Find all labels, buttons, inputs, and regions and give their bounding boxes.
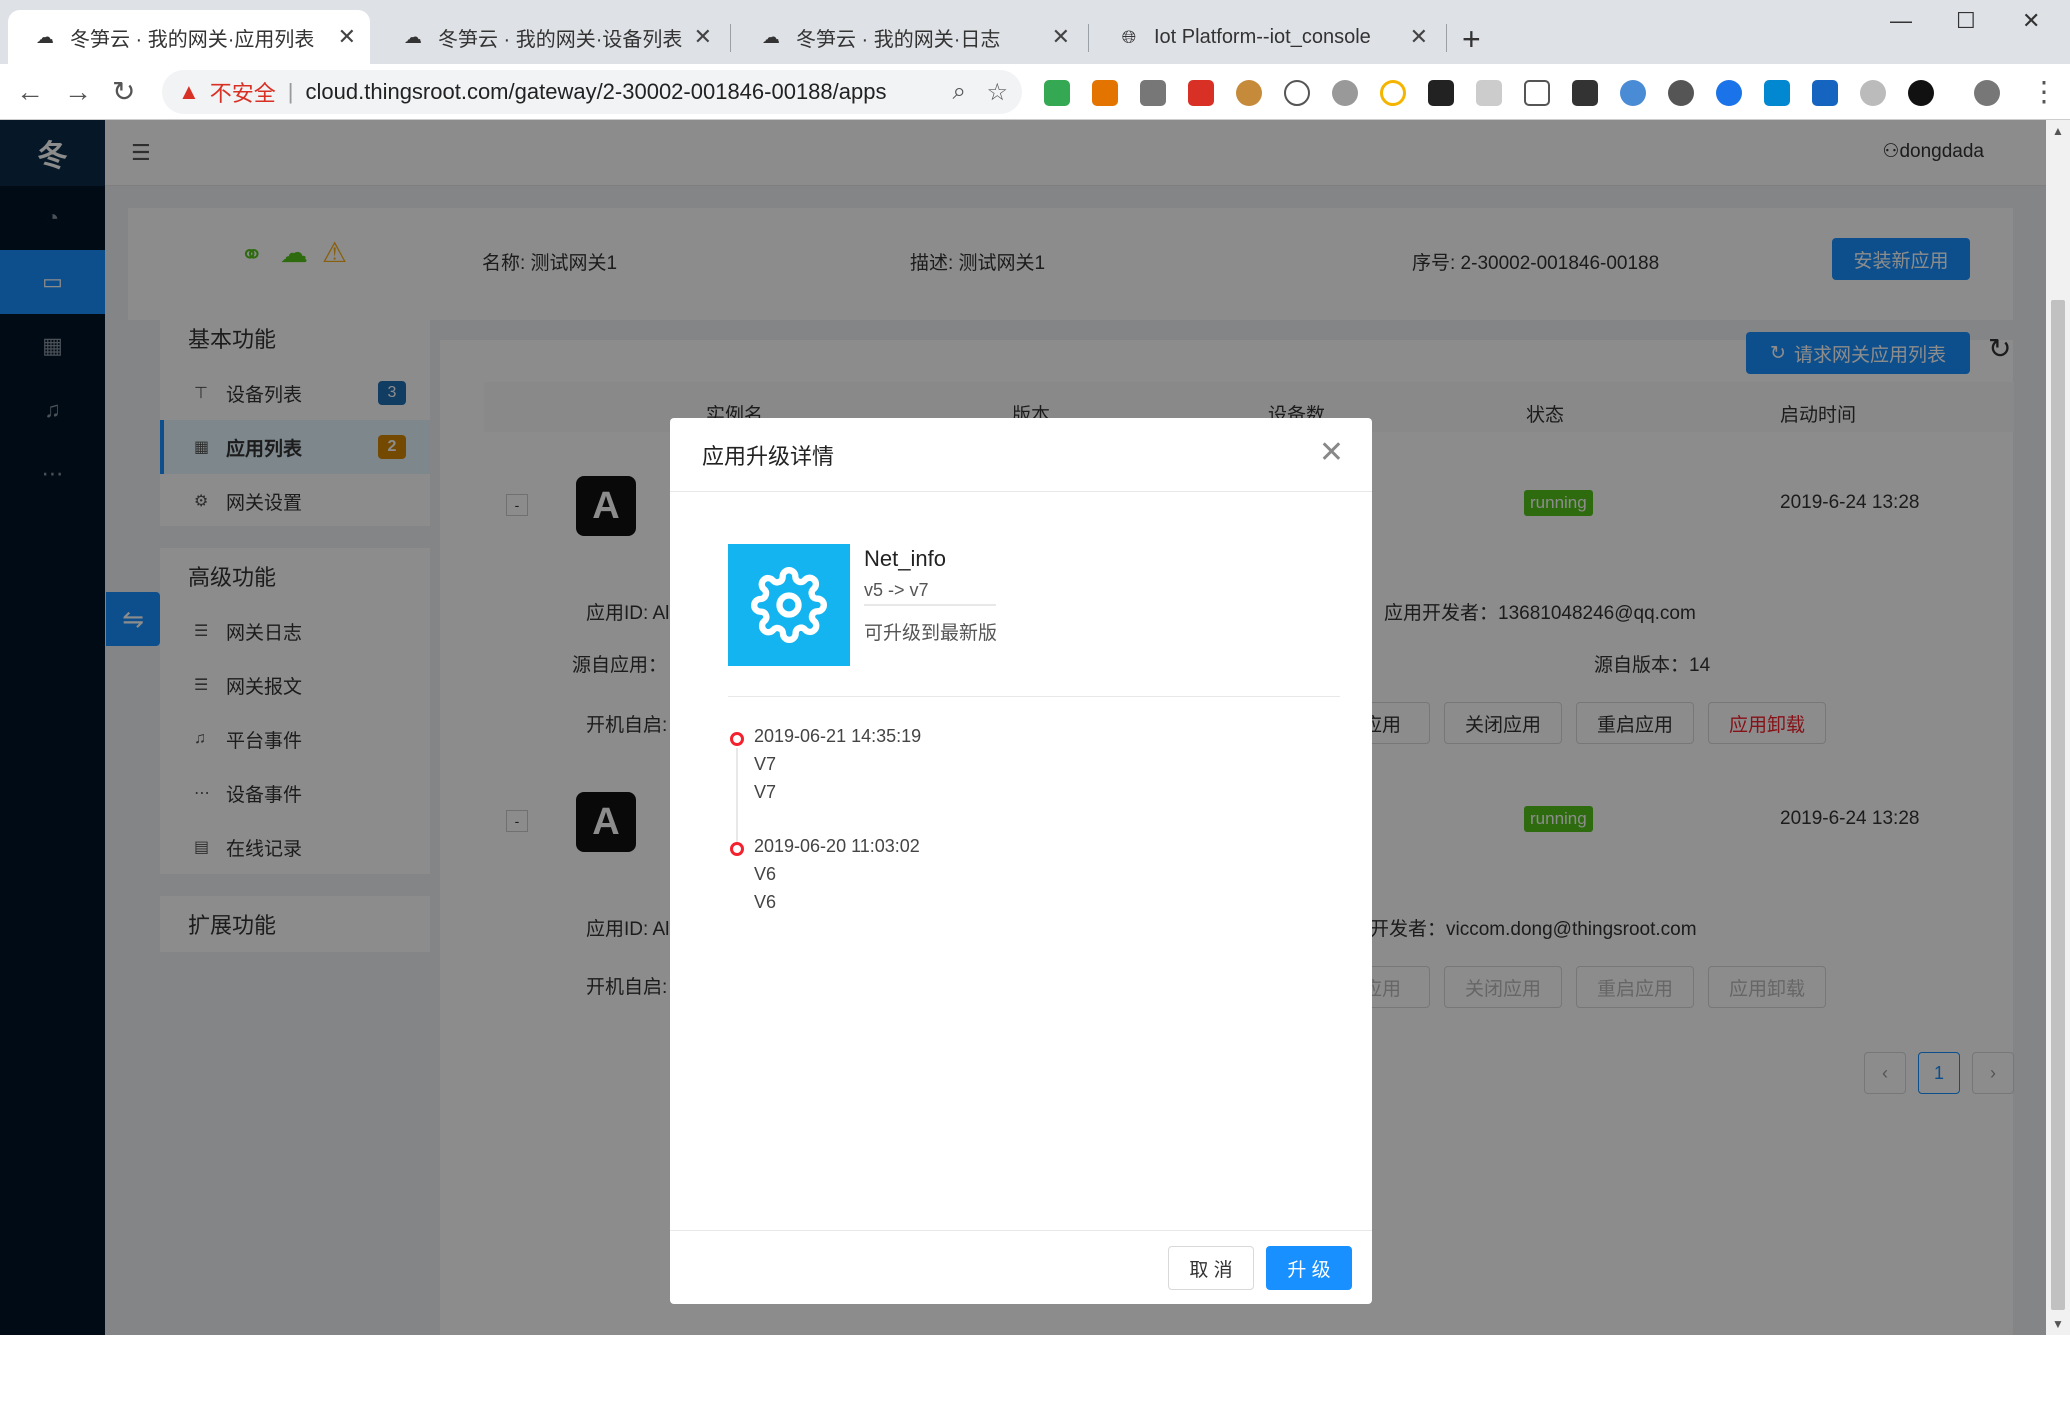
menu-kebab-icon[interactable]: ⋮ bbox=[2030, 76, 2058, 108]
history-date: 2019-06-21 14:35:19 bbox=[754, 726, 922, 746]
close-icon[interactable]: ✕ bbox=[1319, 438, 1344, 468]
extension-icon[interactable] bbox=[1620, 80, 1646, 106]
browser-tab-bar: ☁ 冬笋云 · 我的网关·应用列表 ✕ ☁ 冬笋云 · 我的网关·设备列表 ✕ … bbox=[0, 0, 2070, 64]
history-version: V7 bbox=[754, 782, 777, 802]
extension-icon[interactable] bbox=[1764, 80, 1790, 106]
extension-icon[interactable] bbox=[1716, 80, 1742, 106]
extension-icon[interactable] bbox=[1092, 80, 1118, 106]
scroll-thumb[interactable] bbox=[2051, 300, 2065, 1310]
extension-icon[interactable] bbox=[1284, 80, 1310, 106]
extension-icon[interactable] bbox=[1140, 80, 1166, 106]
maximize-button[interactable]: ☐ bbox=[1956, 8, 1976, 34]
version-change: v5 -> v7 bbox=[864, 580, 929, 600]
extension-icon[interactable] bbox=[1572, 80, 1598, 106]
timeline-dot bbox=[730, 842, 744, 856]
cloud-icon: ☁ bbox=[36, 26, 54, 47]
scroll-down-icon[interactable]: ▼ bbox=[2052, 1317, 2064, 1331]
upgrade-modal: 应用升级详情 ✕ Net_info v5 -> v7 可升级到最新版 2019-… bbox=[670, 418, 1372, 1304]
scrollbar[interactable]: ▲ ▼ bbox=[2046, 120, 2070, 1335]
history-version: V6 bbox=[754, 892, 777, 912]
app-name: Net_info bbox=[864, 546, 946, 571]
close-icon[interactable]: ✕ bbox=[694, 24, 712, 50]
tab-separator bbox=[730, 24, 731, 52]
cancel-button[interactable]: 取 消 bbox=[1168, 1246, 1254, 1290]
timeline-dot bbox=[730, 732, 744, 746]
reload-button[interactable]: ↻ bbox=[112, 76, 135, 108]
bookmark-star-icon[interactable]: ☆ bbox=[986, 78, 1008, 107]
upgrade-button[interactable]: 升 级 bbox=[1266, 1246, 1352, 1290]
divider bbox=[728, 696, 1340, 697]
extension-icon[interactable] bbox=[1044, 80, 1070, 106]
new-tab-button[interactable]: + bbox=[1462, 20, 1481, 58]
warning-icon: ▲ bbox=[178, 79, 200, 104]
close-icon[interactable]: ✕ bbox=[1410, 24, 1428, 50]
history-version: V6 bbox=[754, 864, 777, 884]
forward-button[interactable]: → bbox=[64, 76, 92, 108]
window-close-button[interactable]: ✕ bbox=[2022, 8, 2040, 34]
extension-icon[interactable] bbox=[1380, 80, 1406, 106]
extension-icon[interactable] bbox=[1668, 80, 1694, 106]
address-bar[interactable]: ▲ 不安全 | cloud.thingsroot.com/gateway/2-3… bbox=[162, 70, 1022, 114]
tab-separator bbox=[1088, 24, 1089, 52]
scroll-up-icon[interactable]: ▲ bbox=[2052, 124, 2064, 138]
globe-icon: 🌐︎ bbox=[1121, 26, 1137, 47]
browser-tab-apps[interactable]: ☁ 冬笋云 · 我的网关·应用列表 ✕ bbox=[8, 10, 370, 64]
separator: | bbox=[287, 79, 294, 104]
extension-icon[interactable] bbox=[1476, 80, 1502, 106]
modal-title: 应用升级详情 bbox=[670, 418, 1372, 492]
history-date: 2019-06-20 11:03:02 bbox=[754, 836, 920, 856]
close-icon[interactable]: ✕ bbox=[1052, 24, 1070, 50]
timeline-line bbox=[736, 748, 738, 852]
zoom-icon[interactable]: ⌕ bbox=[953, 78, 966, 106]
upgrade-note: 可升级到最新版 bbox=[864, 623, 998, 644]
divider bbox=[864, 604, 996, 606]
extension-icon[interactable] bbox=[1428, 80, 1454, 106]
browser-tab-logs[interactable]: ☁ 冬笋云 · 我的网关·日志 ✕ bbox=[734, 10, 1084, 64]
close-icon[interactable]: ✕ bbox=[338, 24, 356, 50]
extension-icon[interactable] bbox=[1188, 80, 1214, 106]
url-text: cloud.thingsroot.com/gateway/2-30002-001… bbox=[305, 79, 887, 104]
browser-toolbar: ← → ↻ ▲ 不安全 | cloud.thingsroot.com/gatew… bbox=[0, 64, 2070, 120]
extension-icon[interactable] bbox=[1908, 80, 1934, 106]
minimize-button[interactable]: — bbox=[1890, 8, 1912, 34]
extension-icon[interactable] bbox=[1236, 80, 1262, 106]
back-button[interactable]: ← bbox=[16, 76, 44, 108]
tab-separator bbox=[1446, 24, 1447, 52]
cloud-icon: ☁ bbox=[404, 26, 422, 47]
cloud-icon: ☁ bbox=[762, 26, 780, 47]
profile-avatar[interactable] bbox=[1974, 80, 2000, 106]
extension-icon[interactable] bbox=[1332, 80, 1358, 106]
extension-icon[interactable] bbox=[1524, 80, 1550, 106]
gear-icon bbox=[728, 544, 850, 666]
extension-icon[interactable] bbox=[1860, 80, 1886, 106]
extension-icon[interactable] bbox=[1812, 80, 1838, 106]
browser-tab-devices[interactable]: ☁ 冬笋云 · 我的网关·设备列表 ✕ bbox=[376, 10, 726, 64]
modal-footer-divider bbox=[670, 1230, 1372, 1231]
browser-tab-iot[interactable]: 🌐︎ Iot Platform--iot_console ✕ bbox=[1092, 10, 1442, 64]
history-version: V7 bbox=[754, 754, 777, 774]
